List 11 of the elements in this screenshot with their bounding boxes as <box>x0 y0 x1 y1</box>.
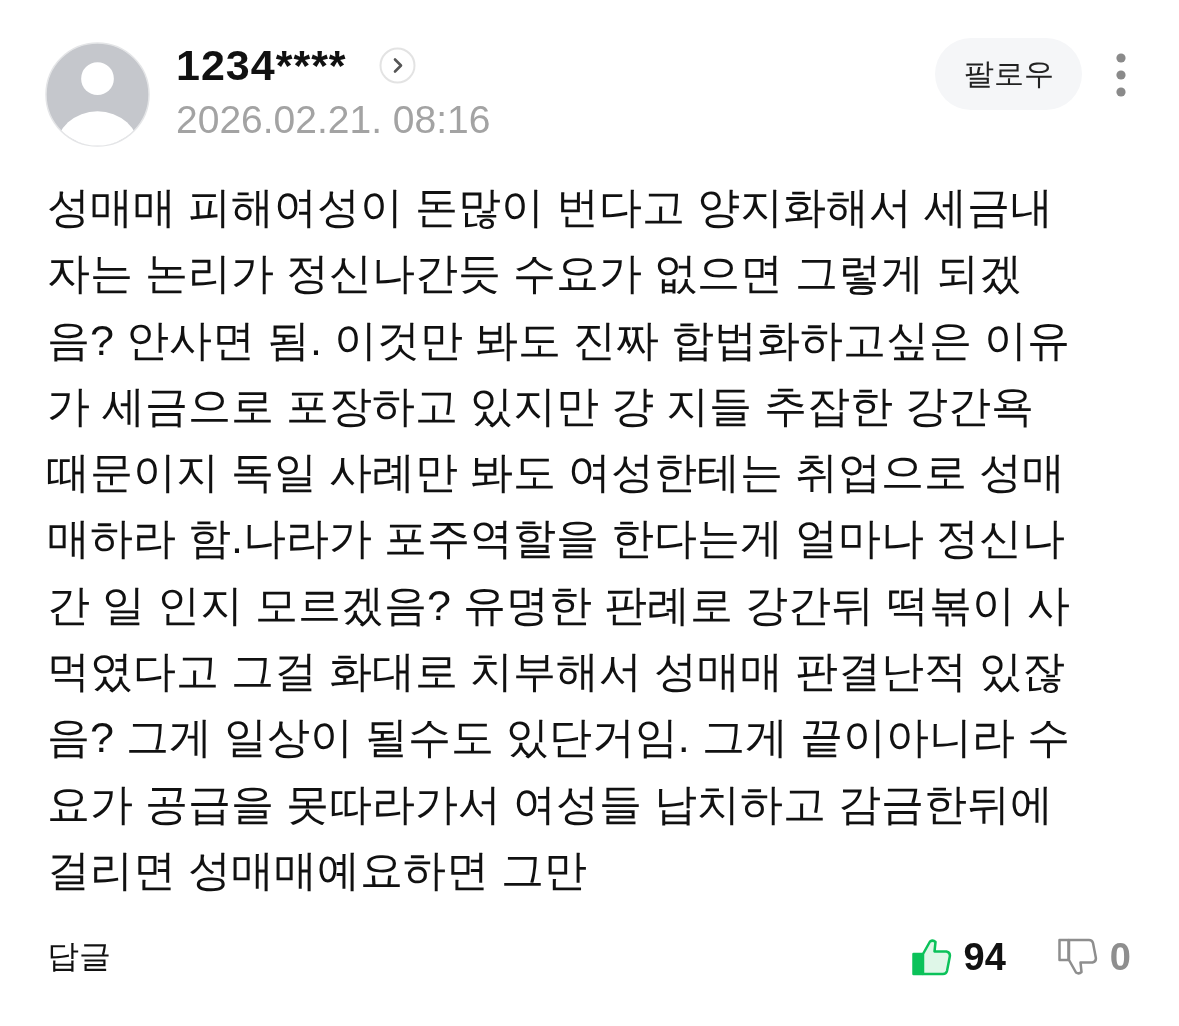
follow-button[interactable]: 팔로우 <box>935 38 1082 110</box>
reaction-count: 0 <box>1109 935 1131 979</box>
avatar-icon <box>45 42 150 147</box>
more-options-icon[interactable] <box>1115 53 1127 97</box>
comment-text: 성매매 피해여성이 돈많이 번다고 양지화해서 세금내자는 논리가 정신나간듯 수요가 없으면 그렇게 되겠음? 안사면 됨. 이것만 봐도 진짜 합법화하고싶은 이유가 세금으로 포장하고 있지만 걍 지들 추잡한 강간욕때문이지 독일 사례만 봐도 여성한테는 취업으로 성매매하라 함.나라가 포주역할을 한다는게 얼마나 정신나간 일 인지 모르겠음? 유명한 판례로 강간뒤 떡볶이 사먹였다고 그걸 화대로 치부해서 성매매 판결난적 있잖음? 그게 일상이 될수도 있단거임. 그게 끝이아니라 수요가 공급을 못따라가서 여성들 납치하고 감금한뒤에 걸리면 성매매예요하면 그만 <box>47 182 1071 896</box>
username: 1234**** <box>176 42 347 88</box>
reply-link[interactable]: 답글 <box>47 935 111 980</box>
reaction-count: 94 <box>963 935 1006 979</box>
like-button[interactable]: 94 <box>911 935 1006 979</box>
chevron-right-icon[interactable] <box>378 46 416 84</box>
post-date: 2026.02.21. 08:16 <box>176 98 491 142</box>
